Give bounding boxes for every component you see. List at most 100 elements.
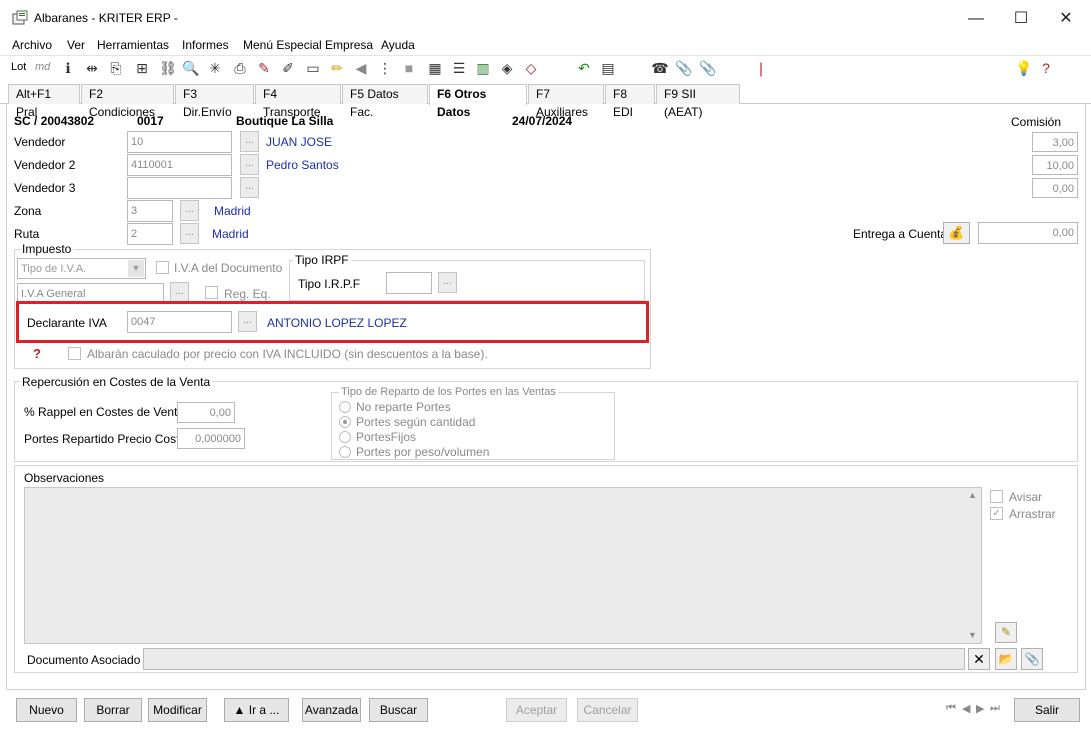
first-record-icon[interactable]: ⏮: [946, 702, 956, 715]
declarante-code-field[interactable]: 0047: [127, 311, 232, 333]
next-record-icon[interactable]: ▶: [976, 702, 984, 715]
zona-lookup-button[interactable]: ...: [180, 200, 199, 221]
lightbulb-icon[interactable]: 💡: [1015, 59, 1033, 77]
reparto-radio-2[interactable]: [339, 431, 351, 443]
print-icon[interactable]: ⎙: [231, 59, 249, 77]
scroll-up-icon[interactable]: ▲: [968, 490, 977, 500]
info-icon[interactable]: ℹ: [59, 59, 77, 77]
tab-principal[interactable]: Alt+F1 Pral: [8, 84, 80, 119]
scroll-down-icon[interactable]: ▼: [968, 630, 977, 640]
crosshair-icon[interactable]: ✳: [206, 59, 224, 77]
question-icon[interactable]: ?: [33, 346, 41, 361]
reg-eq-checkbox[interactable]: [205, 286, 218, 299]
hierarchy-icon[interactable]: ⋮: [376, 59, 394, 77]
tab-datosfac[interactable]: F5 Datos Fac.: [342, 84, 428, 119]
portes-field[interactable]: 0,000000: [177, 428, 245, 449]
vendedor3-comision-field[interactable]: 0,00: [1032, 178, 1078, 198]
list-icon[interactable]: ☰: [450, 59, 468, 77]
open-folder-icon[interactable]: 📂: [995, 648, 1017, 670]
aceptar-button[interactable]: Aceptar: [506, 698, 567, 722]
modificar-button[interactable]: Modificar: [148, 698, 207, 722]
preview-icon[interactable]: 🔍: [182, 59, 200, 77]
grid-icon[interactable]: ▦: [426, 59, 444, 77]
tab-transporte[interactable]: F4 Transporte: [255, 84, 341, 119]
prev-record-icon[interactable]: ◀: [962, 702, 970, 715]
copy-icon[interactable]: ⎘: [107, 59, 125, 77]
chart-icon[interactable]: ▥: [474, 59, 492, 77]
salir-button[interactable]: Salir: [1014, 698, 1080, 722]
paperclip-icon[interactable]: 📎: [675, 59, 693, 77]
window-icon[interactable]: ▭: [304, 59, 322, 77]
zona-code-field[interactable]: 3: [127, 200, 173, 222]
nuevo-button[interactable]: Nuevo: [16, 698, 77, 722]
menu-ayuda[interactable]: Ayuda: [381, 38, 415, 52]
rappel-field[interactable]: 0,00: [177, 402, 235, 423]
vendedor3-lookup-button[interactable]: ...: [240, 177, 259, 198]
irpf-lookup-button[interactable]: ...: [438, 272, 457, 293]
edit-doc-icon[interactable]: ✐: [279, 59, 297, 77]
edit-note-icon[interactable]: ✎: [995, 622, 1017, 643]
tab-otros-datos[interactable]: F6 Otros Datos: [429, 84, 527, 119]
red-clip-icon[interactable]: ❘: [752, 59, 770, 77]
notes-icon[interactable]: ▤: [599, 59, 617, 77]
vendedor-comision-field[interactable]: 3,00: [1032, 132, 1078, 152]
gray-box-icon[interactable]: ■: [400, 59, 418, 77]
reparto-radio-3[interactable]: [339, 446, 351, 458]
menu-especial[interactable]: Menú Especial Empresa: [243, 38, 373, 52]
cube-icon[interactable]: ◈: [498, 59, 516, 77]
ir-a-button[interactable]: ▲ Ir a ...: [224, 698, 289, 722]
entrega-field[interactable]: 0,00: [978, 222, 1078, 244]
back-arrow-icon[interactable]: ◀: [352, 59, 370, 77]
brush-icon[interactable]: ✎: [255, 59, 273, 77]
vendedor2-code-field[interactable]: 4110001: [127, 154, 232, 176]
declarante-lookup-button[interactable]: ...: [238, 311, 257, 332]
clear-document-icon[interactable]: ✕: [968, 648, 990, 670]
reparto-radio-0[interactable]: [339, 401, 351, 413]
menu-archivo[interactable]: Archivo: [12, 38, 52, 52]
vendedor3-code-field[interactable]: [127, 177, 232, 199]
link-icon[interactable]: ⛓: [159, 59, 177, 77]
vendedor-code-field[interactable]: 10: [127, 131, 232, 153]
menu-ver[interactable]: Ver: [67, 38, 85, 52]
iva-general-lookup-button[interactable]: ...: [170, 282, 189, 303]
arrastrar-checkbox[interactable]: ✓: [990, 507, 1003, 520]
iva-general-field[interactable]: I.V.A General: [17, 283, 164, 303]
tipo-iva-select[interactable]: Tipo de I.V.A. ▼: [17, 258, 146, 279]
iva-documento-checkbox[interactable]: [156, 261, 169, 274]
menu-informes[interactable]: Informes: [182, 38, 229, 52]
money-bag-icon[interactable]: 💰: [943, 222, 970, 244]
tag-icon[interactable]: ◇: [522, 59, 540, 77]
documento-field[interactable]: [143, 648, 965, 670]
ruta-lookup-button[interactable]: ...: [180, 223, 199, 244]
tab-condiciones[interactable]: F2 Condiciones: [81, 84, 174, 119]
avanzada-button[interactable]: Avanzada: [302, 698, 361, 722]
maximize-button[interactable]: ☐: [998, 6, 1044, 32]
reparto-radio-1[interactable]: [339, 416, 351, 428]
buscar-button[interactable]: Buscar: [369, 698, 428, 722]
borrar-button[interactable]: Borrar: [84, 698, 142, 722]
chevron-down-icon[interactable]: ▼: [128, 260, 144, 277]
vendedor2-lookup-button[interactable]: ...: [240, 154, 259, 175]
last-record-icon[interactable]: ⏭: [990, 702, 1000, 715]
attach-icon[interactable]: 📎: [699, 59, 717, 77]
highlighter-icon[interactable]: ✏: [328, 59, 346, 77]
split-icon[interactable]: ⇹: [83, 59, 101, 77]
vendedor2-comision-field[interactable]: 10,00: [1032, 155, 1078, 175]
observaciones-textarea[interactable]: [24, 487, 982, 644]
avisar-checkbox[interactable]: [990, 490, 1003, 503]
help-icon[interactable]: ?: [1037, 59, 1055, 77]
md-button[interactable]: md: [35, 61, 50, 73]
tab-auxiliares[interactable]: F7 Auxiliares: [528, 84, 604, 119]
undo-icon[interactable]: ↶: [575, 59, 593, 77]
lot-button[interactable]: Lot: [11, 61, 26, 73]
tab-edi[interactable]: F8 EDI: [605, 84, 655, 119]
tree-icon[interactable]: ⊞: [133, 59, 151, 77]
tab-sii[interactable]: F9 SII (AEAT): [656, 84, 740, 119]
ruta-code-field[interactable]: 2: [127, 223, 173, 245]
menu-herramientas[interactable]: Herramientas: [97, 38, 169, 52]
cancelar-button[interactable]: Cancelar: [577, 698, 638, 722]
phone-icon[interactable]: ☎: [651, 59, 669, 77]
iva-incluido-checkbox[interactable]: [68, 347, 81, 360]
tab-direnvio[interactable]: F3 Dir.Envío: [175, 84, 254, 119]
minimize-button[interactable]: —: [953, 6, 999, 32]
